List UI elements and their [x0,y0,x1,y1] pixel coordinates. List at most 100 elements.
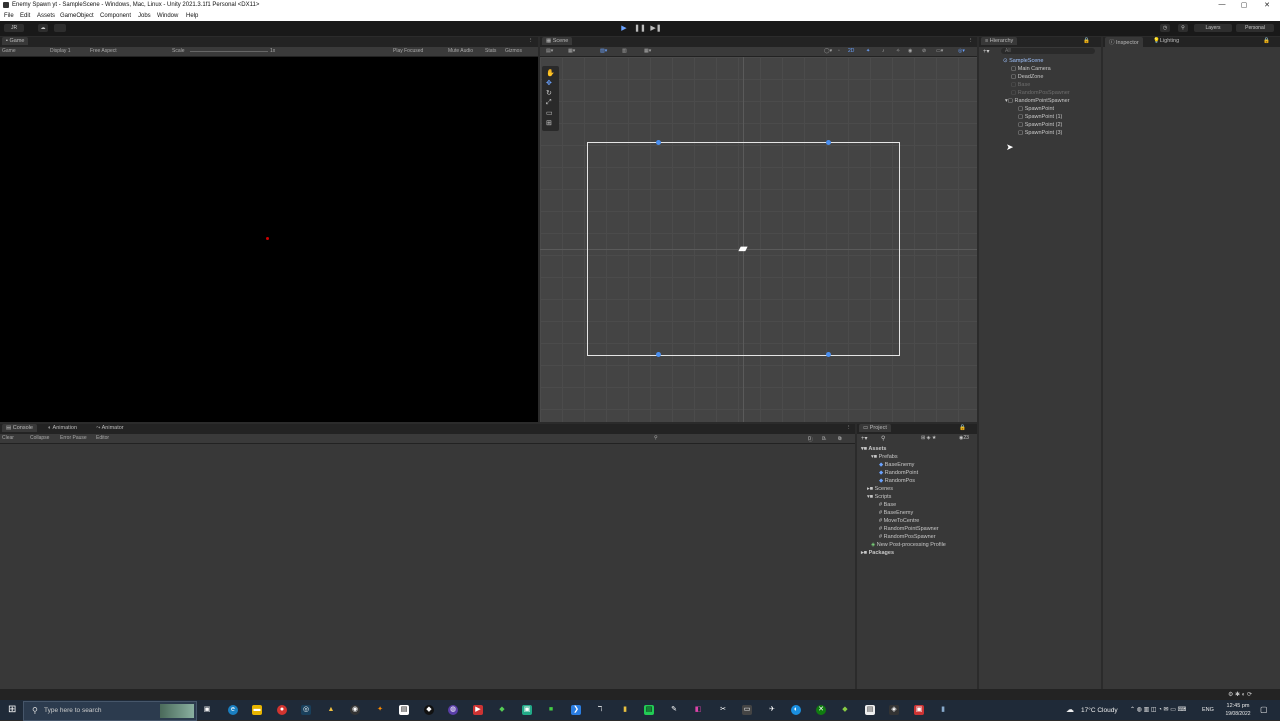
project-search-icon[interactable]: ⚲ [881,435,885,442]
maximize-button[interactable]: ▢ [1234,1,1254,9]
app-icon[interactable]: ◍ [448,705,458,715]
lighting-toggle-icon[interactable]: ✦ [866,48,870,54]
project-item[interactable]: ◆ RandomPoint [879,470,918,476]
project-item[interactable]: # Base [879,502,896,508]
tab-animation[interactable]: ◐ Animation [48,425,77,431]
project-item[interactable]: ▾■ Prefabs [871,454,898,460]
spawn-point-handle[interactable] [826,140,831,145]
panel-menu-icon[interactable]: ⋮ [528,38,534,44]
vscode-icon[interactable]: ❯ [571,705,581,715]
scene-visibility-icon[interactable]: ⊘ [922,48,926,54]
unity-icon[interactable]: ◈ [889,705,899,715]
app-icon[interactable]: ◆ [840,705,850,715]
taskbar-date[interactable]: 19/08/2022 [1222,711,1254,717]
language-indicator[interactable]: ENG [1202,707,1214,713]
hand-tool-icon[interactable]: ✋ [546,69,555,77]
global-local-icon[interactable]: ▧▾ [600,48,607,54]
collapse-toggle[interactable]: Collapse [30,435,49,441]
tab-animator[interactable]: ⤳ Animator [96,425,124,432]
project-item[interactable]: # BaseEnemy [879,510,913,516]
chrome-icon[interactable]: ● [277,705,287,715]
spawn-point-handle[interactable] [826,352,831,357]
play-button[interactable]: ▶ [618,24,630,33]
layout-dropdown[interactable]: Personal [1236,24,1274,32]
shading-icon[interactable]: ▫ [838,48,840,54]
project-item[interactable]: # MoveToCentre [879,518,919,524]
tab-scene[interactable]: ▦ Scene [542,37,573,45]
menu-component[interactable]: Component [100,13,131,19]
menu-gameobject[interactable]: GameObject [60,13,94,19]
project-item[interactable]: ◆ BaseEnemy [879,462,914,468]
project-item[interactable]: # RandomPosSpawner [879,534,936,540]
app-icon[interactable]: ▮ [620,705,630,715]
move-tool-icon[interactable]: ✥ [546,79,552,87]
app-icon[interactable]: ✂ [718,705,728,715]
app-icon[interactable]: ✈ [767,705,777,715]
app-icon[interactable]: ℸ [595,705,605,715]
mute-audio-toggle[interactable]: Mute Audio [448,48,473,54]
account-dropdown[interactable]: JR [4,24,24,32]
close-button[interactable]: ✕ [1257,1,1277,9]
menu-assets[interactable]: Assets [37,13,55,19]
console-search-icon[interactable]: ⚲ [654,435,658,441]
scale-slider[interactable] [190,51,268,52]
step-button[interactable]: ▶❚ [650,24,662,33]
app-icon[interactable]: ◧ [693,705,703,715]
hierarchy-item[interactable]: ▢ SpawnPoint [1018,106,1054,112]
effects-toggle-icon[interactable]: ✧ [896,48,900,54]
project-item[interactable]: ◈ New Post-processing Profile [871,542,946,548]
menu-edit[interactable]: Edit [20,13,30,19]
collab-icon[interactable] [54,24,66,32]
app-icon[interactable]: ✎ [669,705,679,715]
tab-project[interactable]: ▭ Project [859,424,891,432]
project-item[interactable]: ◆ RandomPos [879,478,915,484]
pause-button[interactable]: ❚❚ [634,24,646,33]
hierarchy-item[interactable]: ▢ SpawnPoint (3) [1018,130,1062,136]
inspector-lock-icon[interactable]: 🔒 [1263,38,1270,44]
notepad-icon[interactable]: ▤ [399,705,409,715]
project-item[interactable]: # RandomPointSpawner [879,526,939,532]
clear-button[interactable]: Clear [2,435,14,441]
minecraft-icon[interactable]: ■ [546,705,556,715]
minimize-button[interactable]: — [1212,1,1232,8]
snap-increment-icon[interactable]: ▥ [622,48,627,54]
app-icon[interactable]: ◐ [791,705,801,715]
game-display-mode[interactable]: Game [2,48,16,54]
hierarchy-item[interactable]: ▢ Base [1011,82,1030,88]
scale-tool-icon[interactable]: ⤢ [546,99,552,107]
menu-help[interactable]: Help [186,13,198,19]
rotate-tool-icon[interactable]: ↻ [546,89,552,97]
rect-tool-icon[interactable]: ▭ [546,109,553,117]
2d-toggle[interactable]: 2D [848,48,854,54]
app-icon[interactable]: ▤ [644,705,654,715]
app-icon[interactable]: ▣ [522,705,532,715]
grid-snap-icon[interactable]: ▦▾ [568,48,575,54]
windows-start-icon[interactable]: ⊞ [8,705,16,715]
hierarchy-item-scene[interactable]: ⊙ SampleScene [1003,58,1043,64]
app-icon[interactable]: ▶ [473,705,483,715]
app-icon[interactable]: ▭ [742,705,752,715]
camera-settings-icon[interactable]: ▭▾ [936,48,943,54]
obs-icon[interactable]: ◉ [350,705,360,715]
project-lock-icon[interactable]: 🔒 [959,425,966,431]
add-icon[interactable]: +▾ [983,48,990,55]
editor-dropdown[interactable]: Editor [96,435,109,441]
menu-jobs[interactable]: Jobs [138,13,151,19]
project-item[interactable]: ▾■ Scripts [867,494,891,500]
tab-game[interactable]: ▪ Game [2,37,29,45]
gizmos-dropdown[interactable]: Gizmos [505,48,522,54]
hierarchy-item[interactable]: ▢ SpawnPoint (1) [1018,114,1062,120]
system-tray-icons[interactable]: ⌃ ◍ ▥ ◫ ◔ ✉ ▭ ⌨ [1130,706,1186,713]
task-view-icon[interactable]: ▣ [202,705,212,715]
notifications-icon[interactable]: ▢ [1260,705,1268,714]
hierarchy-item[interactable]: ▢ RandomPosSpawner [1011,90,1070,96]
edge-icon[interactable]: e [228,705,238,715]
gizmos-toggle-icon[interactable]: ◎▾ [958,48,965,54]
project-item[interactable]: ▸■ Scenes [867,486,893,492]
weather-icon[interactable]: ☁ [1066,705,1074,714]
app-icon[interactable]: ▮ [938,705,948,715]
camera-gizmo-icon[interactable]: ▰ [735,241,751,255]
hidden-objects-icon[interactable]: ◉ [908,48,912,54]
taskbar-search-box[interactable]: ⚲ Type here to search [23,701,197,721]
app-icon[interactable]: ▣ [914,705,924,715]
